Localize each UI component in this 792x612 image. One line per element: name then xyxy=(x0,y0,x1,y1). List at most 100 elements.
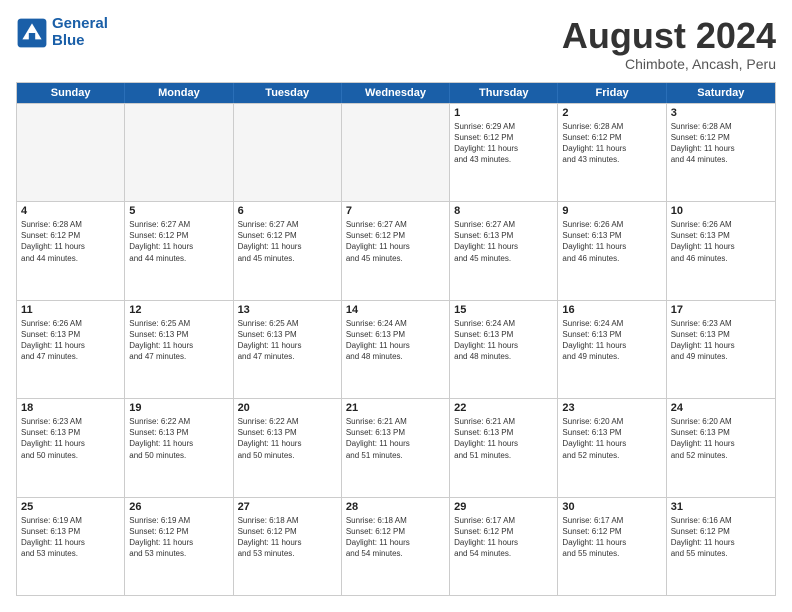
cal-cell-4-6: 31Sunrise: 6:16 AM Sunset: 6:12 PM Dayli… xyxy=(667,498,775,595)
cal-cell-3-0: 18 Sunrise: 6:23 AM Sunset: 6:13 PM Dayli… xyxy=(17,399,125,496)
title-block: August 2024 Chimbote, Ancash, Peru xyxy=(562,16,776,72)
logo: General Blue xyxy=(16,16,108,49)
cal-cell-3-3: 21 Sunrise: 6:21 AM Sunset: 6:13 PM Dayli… xyxy=(342,399,450,496)
cal-cell-0-2 xyxy=(234,104,342,201)
day-number: 11 xyxy=(21,304,120,316)
cal-cell-4-2: 27 Sunrise: 6:18 AM Sunset: 6:12 PM Dayli… xyxy=(234,498,342,595)
cal-cell-4-0: 25 Sunrise: 6:19 AM Sunset: 6:13 PM Dayli… xyxy=(17,498,125,595)
day-number: 20 xyxy=(238,402,337,414)
cell-content: Sunrise: 6:25 AM Sunset: 6:13 PM Dayligh… xyxy=(238,318,337,363)
cell-content: Sunrise: 6:19 AM Sunset: 6:13 PM Dayligh… xyxy=(21,515,120,560)
cal-cell-2-5: 16 Sunrise: 6:24 AM Sunset: 6:13 PM Dayli… xyxy=(558,301,666,398)
header-wednesday: Wednesday xyxy=(342,83,450,103)
day-number: 10 xyxy=(671,205,771,217)
cell-content: Sunrise: 6:18 AM Sunset: 6:12 PM Dayligh… xyxy=(346,515,445,560)
cell-content: Sunrise: 6:23 AM Sunset: 6:13 PM Dayligh… xyxy=(671,318,771,363)
day-number: 19 xyxy=(129,402,228,414)
cal-cell-3-1: 19Sunrise: 6:22 AM Sunset: 6:13 PM Dayli… xyxy=(125,399,233,496)
cal-row-2: 11 Sunrise: 6:26 AM Sunset: 6:13 PM Dayli… xyxy=(17,300,775,398)
day-number: 16 xyxy=(562,304,661,316)
cell-content: Sunrise: 6:27 AM Sunset: 6:13 PM Dayligh… xyxy=(454,219,553,264)
cell-content: Sunrise: 6:28 AM Sunset: 6:12 PM Dayligh… xyxy=(671,121,771,166)
header-thursday: Thursday xyxy=(450,83,558,103)
cell-content: Sunrise: 6:27 AM Sunset: 6:12 PM Dayligh… xyxy=(238,219,337,264)
cell-content: Sunrise: 6:20 AM Sunset: 6:13 PM Dayligh… xyxy=(671,416,771,461)
day-number: 23 xyxy=(562,402,661,414)
cal-cell-3-2: 20 Sunrise: 6:22 AM Sunset: 6:13 PM Dayli… xyxy=(234,399,342,496)
subtitle: Chimbote, Ancash, Peru xyxy=(562,56,776,72)
cell-content: Sunrise: 6:26 AM Sunset: 6:13 PM Dayligh… xyxy=(671,219,771,264)
cal-cell-0-4: 1Sunrise: 6:29 AM Sunset: 6:12 PM Daylig… xyxy=(450,104,558,201)
cal-cell-4-1: 26 Sunrise: 6:19 AM Sunset: 6:12 PM Dayli… xyxy=(125,498,233,595)
cal-cell-0-0 xyxy=(17,104,125,201)
header-sunday: Sunday xyxy=(17,83,125,103)
cell-content: Sunrise: 6:24 AM Sunset: 6:13 PM Dayligh… xyxy=(346,318,445,363)
cell-content: Sunrise: 6:22 AM Sunset: 6:13 PM Dayligh… xyxy=(238,416,337,461)
cal-cell-2-6: 17 Sunrise: 6:23 AM Sunset: 6:13 PM Dayli… xyxy=(667,301,775,398)
day-number: 18 xyxy=(21,402,120,414)
cell-content: Sunrise: 6:21 AM Sunset: 6:13 PM Dayligh… xyxy=(346,416,445,461)
cell-content: Sunrise: 6:17 AM Sunset: 6:12 PM Dayligh… xyxy=(454,515,553,560)
day-number: 27 xyxy=(238,501,337,513)
cell-content: Sunrise: 6:27 AM Sunset: 6:12 PM Dayligh… xyxy=(346,219,445,264)
cal-cell-3-4: 22 Sunrise: 6:21 AM Sunset: 6:13 PM Dayli… xyxy=(450,399,558,496)
page: General Blue August 2024 Chimbote, Ancas… xyxy=(0,0,792,612)
day-number: 25 xyxy=(21,501,120,513)
day-number: 9 xyxy=(562,205,661,217)
day-number: 12 xyxy=(129,304,228,316)
cell-content: Sunrise: 6:18 AM Sunset: 6:12 PM Dayligh… xyxy=(238,515,337,560)
header: General Blue August 2024 Chimbote, Ancas… xyxy=(16,16,776,72)
day-number: 13 xyxy=(238,304,337,316)
cal-cell-1-3: 7 Sunrise: 6:27 AM Sunset: 6:12 PM Daylig… xyxy=(342,202,450,299)
cell-content: Sunrise: 6:28 AM Sunset: 6:12 PM Dayligh… xyxy=(562,121,661,166)
logo-text: General Blue xyxy=(52,16,108,49)
cal-cell-2-1: 12 Sunrise: 6:25 AM Sunset: 6:13 PM Dayli… xyxy=(125,301,233,398)
header-saturday: Saturday xyxy=(667,83,775,103)
calendar-header: Sunday Monday Tuesday Wednesday Thursday… xyxy=(17,83,775,103)
cal-row-0: 1Sunrise: 6:29 AM Sunset: 6:12 PM Daylig… xyxy=(17,103,775,201)
cell-content: Sunrise: 6:29 AM Sunset: 6:12 PM Dayligh… xyxy=(454,121,553,166)
day-number: 4 xyxy=(21,205,120,217)
cal-cell-2-3: 14 Sunrise: 6:24 AM Sunset: 6:13 PM Dayli… xyxy=(342,301,450,398)
cell-content: Sunrise: 6:24 AM Sunset: 6:13 PM Dayligh… xyxy=(562,318,661,363)
cal-cell-3-5: 23 Sunrise: 6:20 AM Sunset: 6:13 PM Dayli… xyxy=(558,399,666,496)
day-number: 14 xyxy=(346,304,445,316)
cal-row-1: 4 Sunrise: 6:28 AM Sunset: 6:12 PM Daylig… xyxy=(17,201,775,299)
day-number: 26 xyxy=(129,501,228,513)
logo-icon xyxy=(16,17,48,49)
calendar-body: 1Sunrise: 6:29 AM Sunset: 6:12 PM Daylig… xyxy=(17,103,775,595)
cal-cell-4-4: 29 Sunrise: 6:17 AM Sunset: 6:12 PM Dayli… xyxy=(450,498,558,595)
cell-content: Sunrise: 6:24 AM Sunset: 6:13 PM Dayligh… xyxy=(454,318,553,363)
cal-cell-1-5: 9Sunrise: 6:26 AM Sunset: 6:13 PM Daylig… xyxy=(558,202,666,299)
day-number: 6 xyxy=(238,205,337,217)
cell-content: Sunrise: 6:21 AM Sunset: 6:13 PM Dayligh… xyxy=(454,416,553,461)
cell-content: Sunrise: 6:25 AM Sunset: 6:13 PM Dayligh… xyxy=(129,318,228,363)
day-number: 29 xyxy=(454,501,553,513)
cal-row-3: 18 Sunrise: 6:23 AM Sunset: 6:13 PM Dayli… xyxy=(17,398,775,496)
cell-content: Sunrise: 6:28 AM Sunset: 6:12 PM Dayligh… xyxy=(21,219,120,264)
cal-cell-1-6: 10 Sunrise: 6:26 AM Sunset: 6:13 PM Dayli… xyxy=(667,202,775,299)
cal-cell-0-1 xyxy=(125,104,233,201)
cal-cell-0-3 xyxy=(342,104,450,201)
day-number: 17 xyxy=(671,304,771,316)
header-tuesday: Tuesday xyxy=(234,83,342,103)
main-title: August 2024 xyxy=(562,16,776,56)
day-number: 7 xyxy=(346,205,445,217)
cell-content: Sunrise: 6:19 AM Sunset: 6:12 PM Dayligh… xyxy=(129,515,228,560)
cell-content: Sunrise: 6:26 AM Sunset: 6:13 PM Dayligh… xyxy=(21,318,120,363)
day-number: 15 xyxy=(454,304,553,316)
cell-content: Sunrise: 6:27 AM Sunset: 6:12 PM Dayligh… xyxy=(129,219,228,264)
day-number: 5 xyxy=(129,205,228,217)
cal-cell-2-4: 15 Sunrise: 6:24 AM Sunset: 6:13 PM Dayli… xyxy=(450,301,558,398)
cal-cell-0-6: 3Sunrise: 6:28 AM Sunset: 6:12 PM Daylig… xyxy=(667,104,775,201)
header-friday: Friday xyxy=(558,83,666,103)
cal-cell-1-4: 8Sunrise: 6:27 AM Sunset: 6:13 PM Daylig… xyxy=(450,202,558,299)
cell-content: Sunrise: 6:23 AM Sunset: 6:13 PM Dayligh… xyxy=(21,416,120,461)
cell-content: Sunrise: 6:20 AM Sunset: 6:13 PM Dayligh… xyxy=(562,416,661,461)
day-number: 22 xyxy=(454,402,553,414)
header-monday: Monday xyxy=(125,83,233,103)
day-number: 28 xyxy=(346,501,445,513)
cal-cell-1-2: 6 Sunrise: 6:27 AM Sunset: 6:12 PM Daylig… xyxy=(234,202,342,299)
cal-cell-4-3: 28 Sunrise: 6:18 AM Sunset: 6:12 PM Dayli… xyxy=(342,498,450,595)
day-number: 21 xyxy=(346,402,445,414)
